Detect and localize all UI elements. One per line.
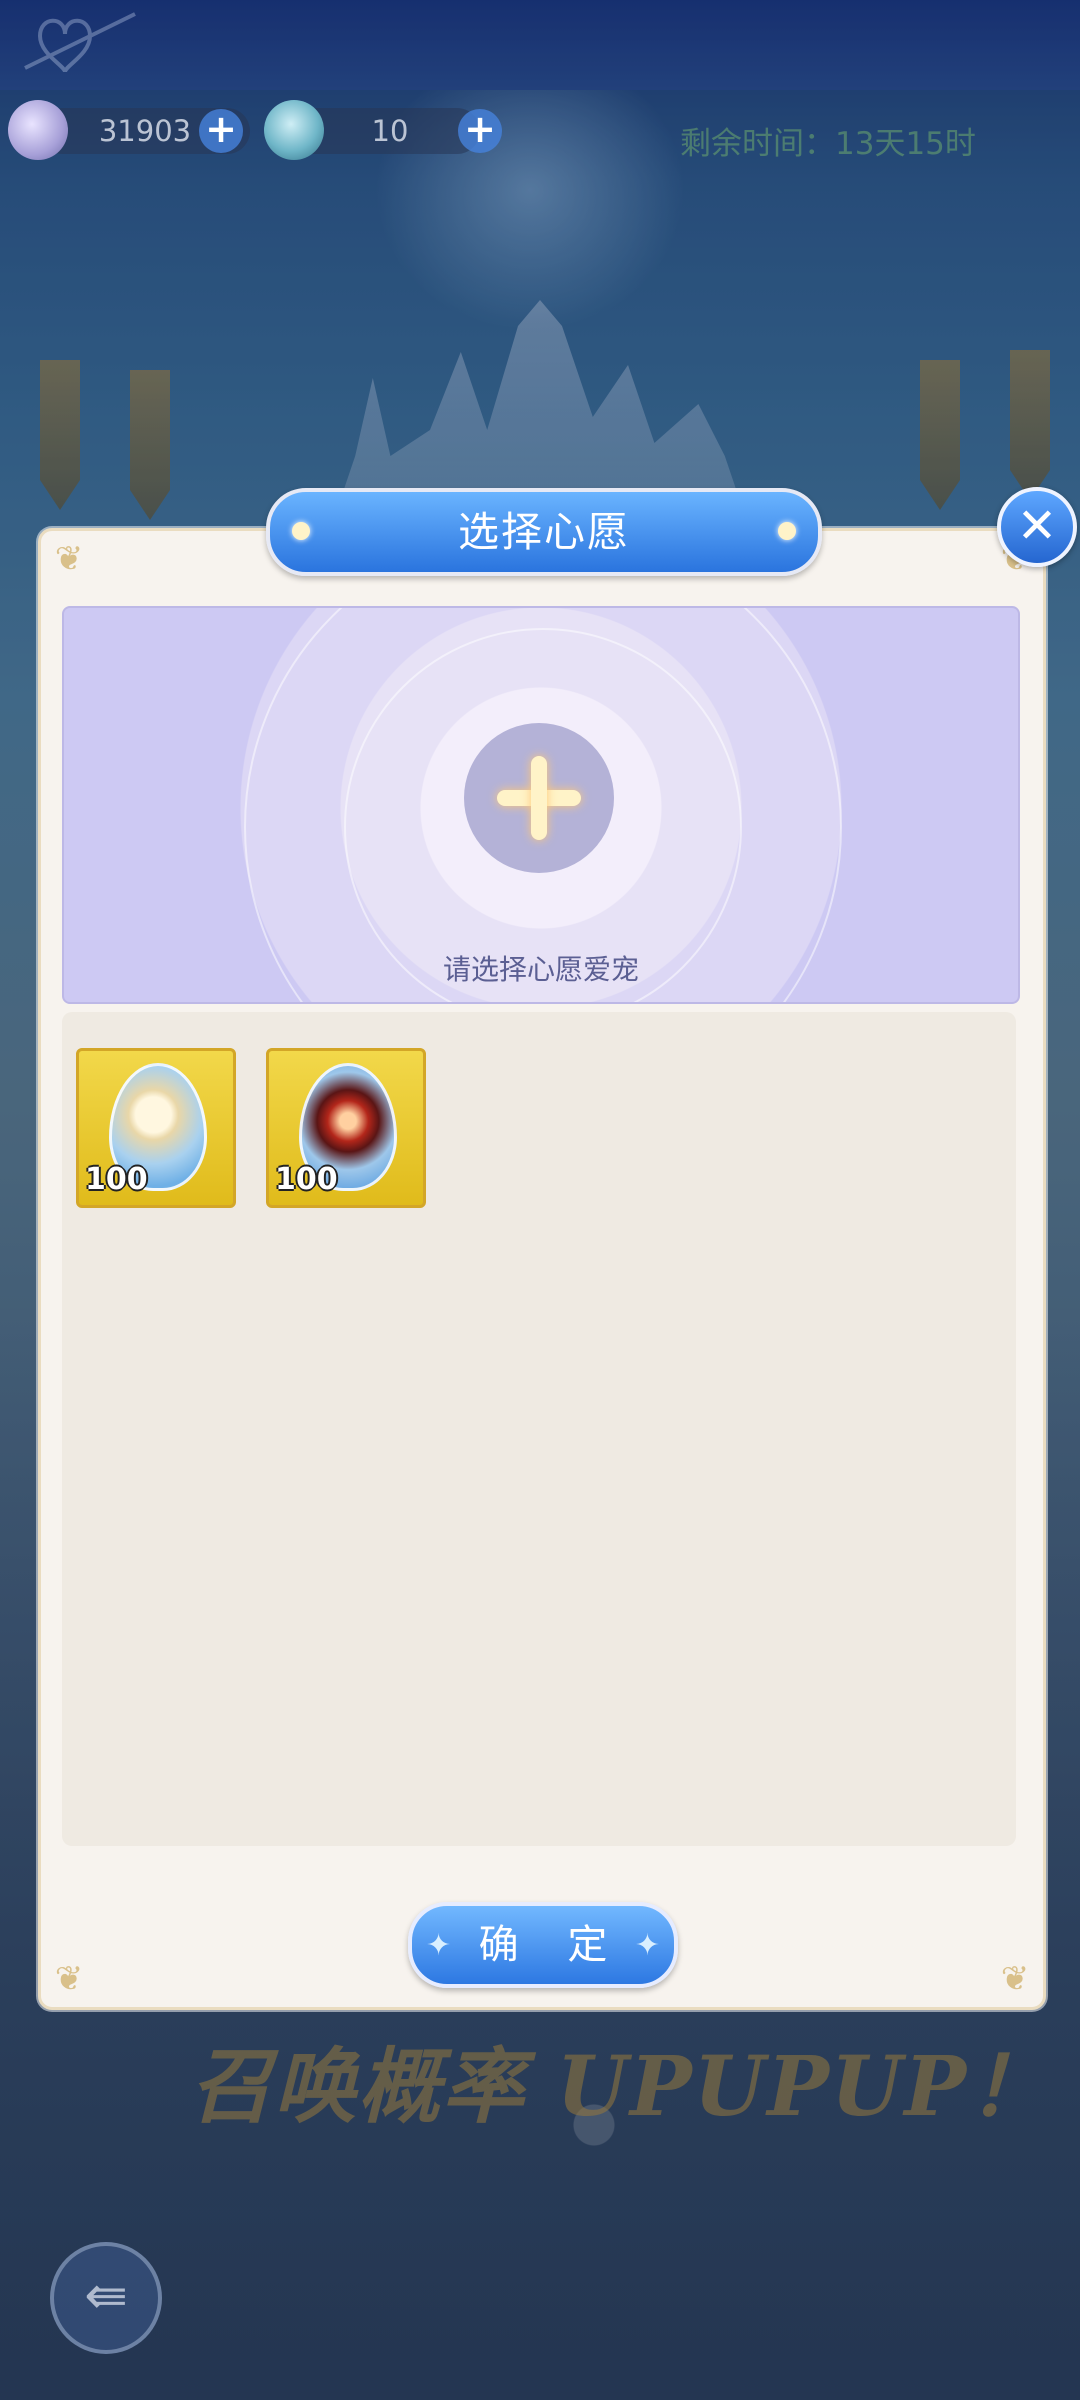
back-button[interactable]: ⇚	[50, 2242, 162, 2354]
corner-ornament-icon: ❦	[54, 1959, 84, 1999]
heart-arrow-icon	[24, 12, 136, 73]
add-wish-pet-button[interactable]	[464, 723, 614, 873]
coin-count: 10	[371, 114, 409, 148]
add-coin-button[interactable]: +	[458, 109, 502, 153]
dialog-title-banner: 选择心愿	[266, 488, 822, 576]
pet-item-count: 100	[85, 1162, 148, 1197]
sparkle-icon: ✦	[426, 1928, 452, 1963]
summon-coin-icon	[264, 100, 324, 160]
wish-hint-text: 请选择心愿爱宠	[442, 953, 639, 986]
pill-dot-icon	[292, 522, 310, 540]
wish-pet-slot[interactable]: 请选择心愿爱宠	[62, 606, 1020, 1004]
corner-ornament-icon: ❦	[1000, 1959, 1030, 1999]
pet-grid: 100 100	[62, 1012, 1016, 1846]
pet-item[interactable]: 100	[76, 1048, 236, 1208]
confirm-label: 确 定	[478, 1922, 626, 1968]
close-button[interactable]: ✕	[997, 487, 1077, 567]
corner-ornament-icon: ❦	[54, 539, 84, 579]
pill-dot-icon	[778, 522, 796, 540]
confirm-button[interactable]: ✦ 确 定 ✦	[408, 1902, 678, 1988]
promo-text: 召唤概率 UPUPUP！	[190, 2039, 1053, 2135]
remaining-time: 剩余时间：13天15时	[680, 126, 976, 162]
dialog-title: 选择心愿	[458, 508, 630, 556]
crystal-count: 31903	[98, 114, 192, 148]
pet-item[interactable]: 100	[266, 1048, 426, 1208]
crystal-feather-icon	[8, 100, 68, 160]
add-crystal-button[interactable]: +	[199, 109, 243, 153]
pet-item-count: 100	[275, 1162, 338, 1197]
sparkle-icon: ✦	[634, 1928, 660, 1963]
